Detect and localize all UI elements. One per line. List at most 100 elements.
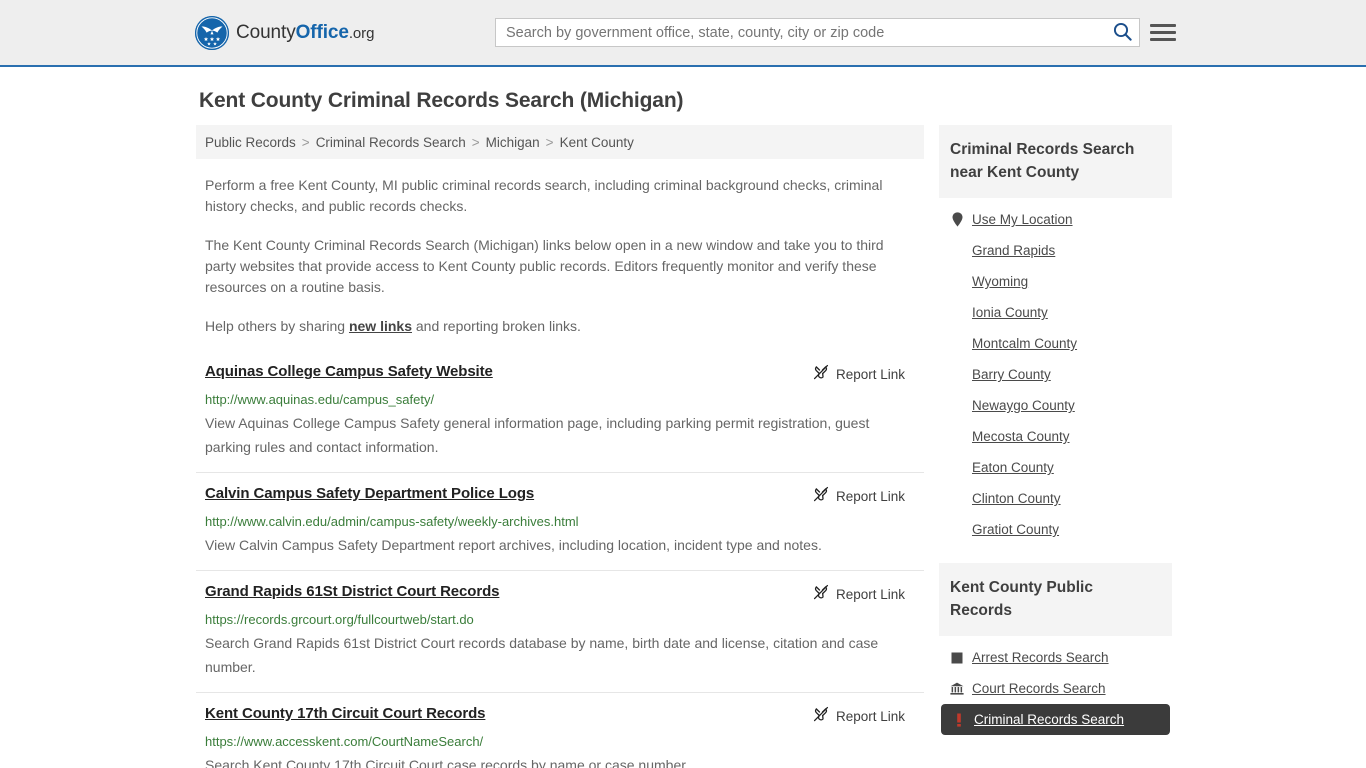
brand-wordmark: CountyOffice.org xyxy=(236,22,374,44)
search-bar[interactable] xyxy=(495,18,1140,47)
content-columns: Public Records > Criminal Records Search > M… xyxy=(0,125,1366,768)
sidebar-item-label[interactable]: Newaygo County xyxy=(972,398,1075,413)
result-title-link[interactable]: Kent County 17th Circuit Court Records xyxy=(205,705,485,722)
sidebar-nearby-heading: Criminal Records Search near Kent County xyxy=(939,125,1172,198)
no-icon xyxy=(950,460,964,475)
page-title: Kent County Criminal Records Search (Mic… xyxy=(199,89,684,112)
result-description: View Calvin Campus Safety Department rep… xyxy=(205,537,822,553)
sidebar-item-label[interactable]: Criminal Records Search xyxy=(974,712,1124,727)
search-input[interactable] xyxy=(496,19,1105,46)
report-link-label: Report Link xyxy=(835,587,905,602)
intro-p3-before: Help others by sharing xyxy=(205,318,349,334)
sidebar-item-label[interactable]: Montcalm County xyxy=(972,336,1077,351)
report-link-button[interactable]: Report Link xyxy=(813,706,916,727)
intro-p3-after: and reporting broken links. xyxy=(412,318,581,334)
intro-paragraph-3: Help others by sharing new links and rep… xyxy=(205,316,916,337)
hamburger-bar-1 xyxy=(1150,23,1176,27)
report-link-label: Report Link xyxy=(835,489,905,504)
intro-paragraph-2: The Kent County Criminal Records Search … xyxy=(205,237,884,295)
result-header: Grand Rapids 61St District Court Records… xyxy=(205,583,916,605)
sidebar-item-wyoming[interactable]: Wyoming xyxy=(939,266,1172,297)
result-url-link[interactable]: https://records.grcourt.org/fullcourtweb… xyxy=(205,612,916,627)
no-icon xyxy=(950,429,964,444)
no-icon xyxy=(950,367,964,382)
no-icon xyxy=(950,522,964,537)
breadcrumb-item-1[interactable]: Public Records xyxy=(205,135,296,150)
courthouse-icon xyxy=(950,681,964,696)
brand-part-tld: .org xyxy=(348,24,375,42)
sidebar-item-clinton-county[interactable]: Clinton County xyxy=(939,483,1172,514)
hamburger-menu-icon[interactable] xyxy=(1150,19,1176,45)
intro-paragraph-1: Perform a free Kent County, MI public cr… xyxy=(205,177,883,214)
new-links-link[interactable]: new links xyxy=(349,318,412,334)
sidebar-public-records-list: Arrest Records Search Court Records Searc… xyxy=(939,636,1172,735)
sidebar-item-label[interactable]: Barry County xyxy=(972,367,1051,382)
result-description: Search Grand Rapids 61st District Court … xyxy=(205,635,879,675)
result-item: Grand Rapids 61St District Court Records… xyxy=(196,570,924,692)
eagle-seal-icon xyxy=(195,15,229,50)
brand-part-office: Office xyxy=(295,21,349,43)
sidebar: Criminal Records Search near Kent County… xyxy=(939,125,1172,768)
report-link-button[interactable]: Report Link xyxy=(813,486,916,507)
no-icon xyxy=(950,336,964,351)
sidebar-item-eaton-county[interactable]: Eaton County xyxy=(939,452,1172,483)
results-list: Aquinas College Campus Safety Website Rep… xyxy=(196,354,924,768)
sidebar-item-label[interactable]: Arrest Records Search xyxy=(972,650,1109,665)
breadcrumb: Public Records > Criminal Records Search > M… xyxy=(196,125,924,159)
sidebar-item-label[interactable]: Gratiot County xyxy=(972,522,1059,537)
no-icon xyxy=(950,274,964,289)
sidebar-item-label[interactable]: Clinton County xyxy=(972,491,1061,506)
sidebar-item-label[interactable]: Mecosta County xyxy=(972,429,1070,444)
sidebar-item-criminal-records-search[interactable]: Criminal Records Search xyxy=(941,704,1170,735)
broken-link-icon xyxy=(813,706,829,727)
sidebar-item-grand-rapids[interactable]: Grand Rapids xyxy=(939,235,1172,266)
sidebar-item-label[interactable]: Ionia County xyxy=(972,305,1048,320)
breadcrumb-item-4[interactable]: Kent County xyxy=(560,135,634,150)
sidebar-box-public-records: Kent County Public Records Arrest Record… xyxy=(939,563,1172,735)
brand-part-county: County xyxy=(236,21,296,43)
sidebar-item-use-my-location[interactable]: Use My Location xyxy=(939,204,1172,235)
site-logo[interactable]: CountyOffice.org xyxy=(195,15,374,50)
result-url-link[interactable]: http://www.aquinas.edu/campus_safety/ xyxy=(205,392,916,407)
sidebar-item-label[interactable]: Grand Rapids xyxy=(972,243,1055,258)
hamburger-bar-3 xyxy=(1150,37,1176,41)
result-title-link[interactable]: Aquinas College Campus Safety Website xyxy=(205,363,493,380)
sidebar-item-label[interactable]: Wyoming xyxy=(972,274,1028,289)
sidebar-nearby-list: Use My Location Grand Rapids Wyoming Ionia … xyxy=(939,198,1172,545)
result-url-link[interactable]: https://www.accesskent.com/CourtNameSear… xyxy=(205,734,916,749)
sidebar-item-mecosta-county[interactable]: Mecosta County xyxy=(939,421,1172,452)
breadcrumb-item-2[interactable]: Criminal Records Search xyxy=(316,135,466,150)
result-item: Calvin Campus Safety Department Police L… xyxy=(196,472,924,570)
search-button[interactable] xyxy=(1105,19,1139,46)
sidebar-item-label[interactable]: Eaton County xyxy=(972,460,1054,475)
sidebar-item-label[interactable]: Use My Location xyxy=(972,212,1073,227)
sidebar-item-ionia-county[interactable]: Ionia County xyxy=(939,297,1172,328)
result-title-link[interactable]: Grand Rapids 61St District Court Records xyxy=(205,583,500,600)
result-url-link[interactable]: http://www.calvin.edu/admin/campus-safet… xyxy=(205,514,916,529)
hamburger-bar-2 xyxy=(1150,30,1176,34)
broken-link-icon xyxy=(813,584,829,605)
sidebar-item-newaygo-county[interactable]: Newaygo County xyxy=(939,390,1172,421)
sidebar-item-gratiot-county[interactable]: Gratiot County xyxy=(939,514,1172,545)
result-description: View Aquinas College Campus Safety gener… xyxy=(205,415,870,455)
exclamation-icon xyxy=(952,712,966,727)
breadcrumb-separator: > xyxy=(301,134,310,150)
sidebar-item-montcalm-county[interactable]: Montcalm County xyxy=(939,328,1172,359)
sidebar-item-arrest-records-search[interactable]: Arrest Records Search xyxy=(939,642,1172,673)
sidebar-item-court-records-search[interactable]: Court Records Search xyxy=(939,673,1172,704)
sidebar-item-label[interactable]: Court Records Search xyxy=(972,681,1106,696)
breadcrumb-separator: > xyxy=(471,134,480,150)
broken-link-icon xyxy=(813,486,829,507)
breadcrumb-item-3[interactable]: Michigan xyxy=(486,135,540,150)
broken-link-icon xyxy=(813,364,829,385)
report-link-label: Report Link xyxy=(835,367,905,382)
no-icon xyxy=(950,305,964,320)
report-link-button[interactable]: Report Link xyxy=(813,584,916,605)
result-title-link[interactable]: Calvin Campus Safety Department Police L… xyxy=(205,485,534,502)
no-icon xyxy=(950,398,964,413)
sidebar-box-nearby: Criminal Records Search near Kent County… xyxy=(939,125,1172,545)
report-link-button[interactable]: Report Link xyxy=(813,364,916,385)
map-pin-icon xyxy=(950,212,964,227)
site-header: CountyOffice.org xyxy=(0,0,1366,67)
sidebar-item-barry-county[interactable]: Barry County xyxy=(939,359,1172,390)
